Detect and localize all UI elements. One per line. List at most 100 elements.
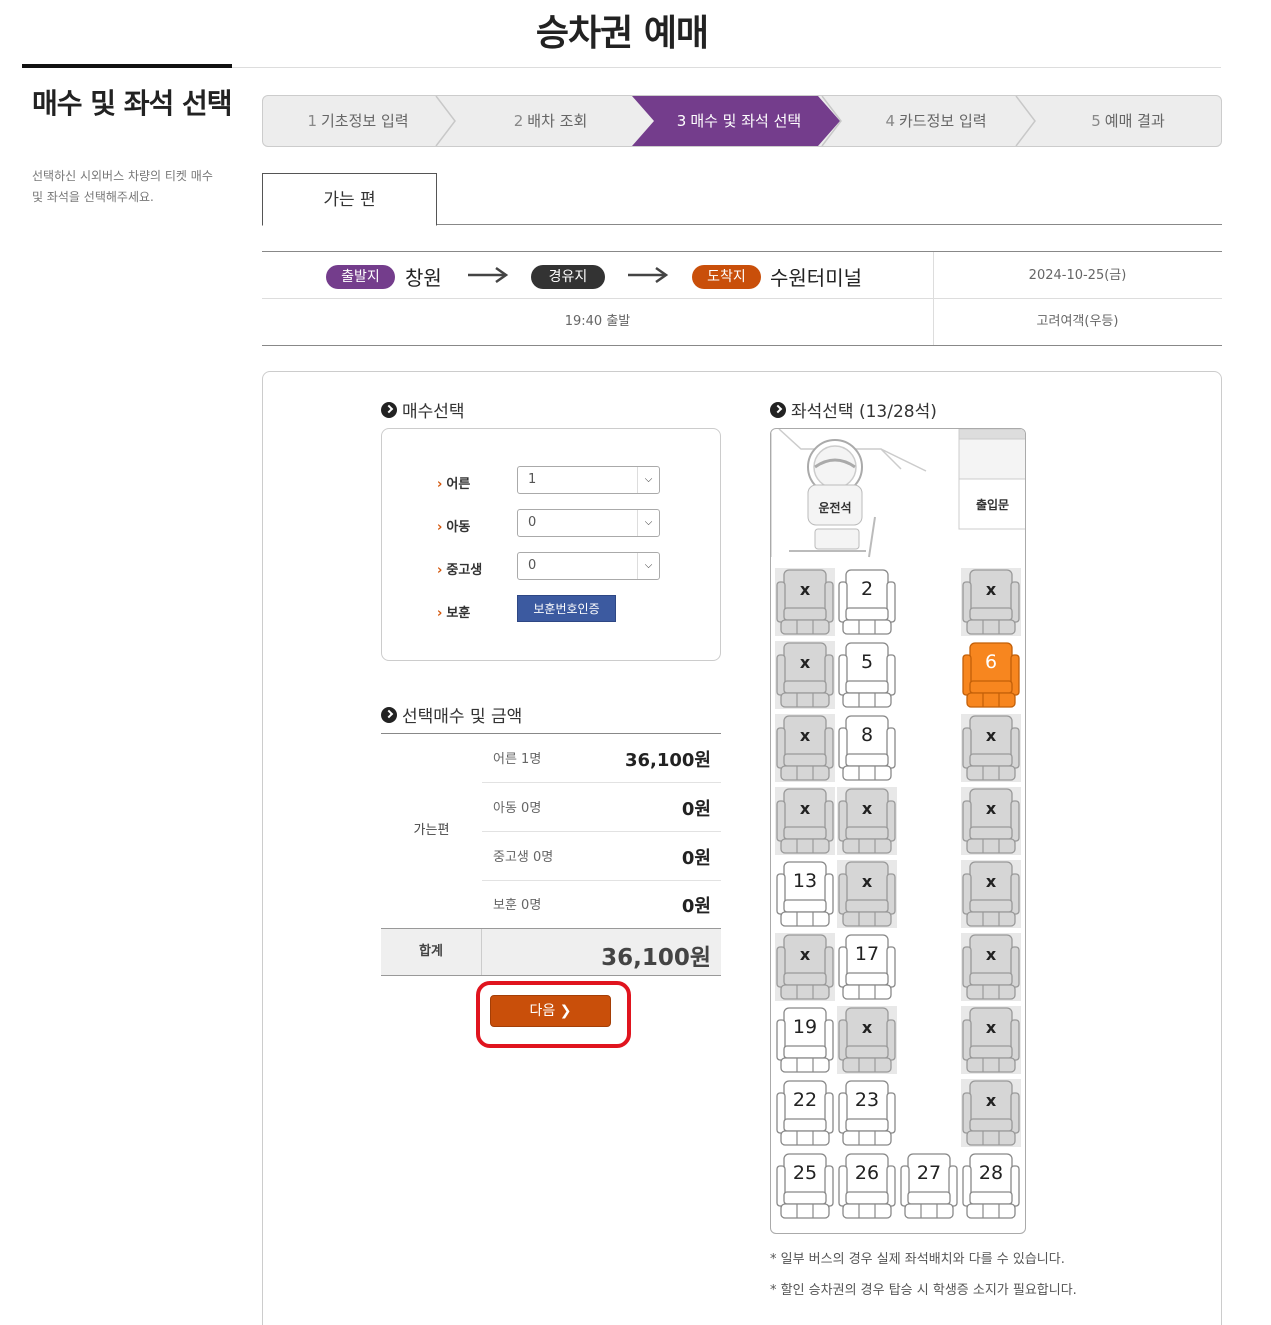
route-info: 출발지 창원 경유지 도착지 수원터미널 2024-10-25(금) 19:40… <box>262 251 1222 346</box>
arrow-right-icon <box>468 266 509 284</box>
seat-12: x <box>961 787 1021 855</box>
child-count-select[interactable]: 0 ⌵ <box>517 509 660 537</box>
step-1: 1 기초정보 입력 <box>307 112 409 130</box>
price-row-adult: 어른 1명 36,100원 <box>482 734 721 783</box>
seat-label: x <box>985 580 997 599</box>
seat-8[interactable]: 8 <box>837 714 897 782</box>
seat-label: 22 <box>792 1089 818 1111</box>
seat-22[interactable]: 22 <box>775 1079 835 1147</box>
note: * 할인 승차권의 경우 탑승 시 학생증 소지가 필요합니다. <box>770 1283 1077 1298</box>
step-5: 5 예매 결과 <box>1091 112 1165 130</box>
adult-count-select[interactable]: 1 ⌵ <box>517 466 660 494</box>
step-3: 3 매수 및 좌석 선택 <box>676 112 802 130</box>
child-label: › 아동 <box>437 520 471 535</box>
step-indicator: 1 기초정보 입력 2 배차 조회 3 매수 및 좌석 선택 4 카드정보 입력 5 예매… <box>262 95 1222 147</box>
driver-seat-label: 운전석 <box>818 501 852 515</box>
seat-label: x <box>861 1018 873 1037</box>
door-label: 출입문 <box>975 498 1010 512</box>
seat-6[interactable]: 6 <box>961 641 1021 709</box>
seat-14: x <box>837 860 897 928</box>
student-label: › 중고생 <box>437 563 483 578</box>
seat-3: x <box>961 568 1021 636</box>
seat-label: x <box>799 799 811 818</box>
seat-label: x <box>985 945 997 964</box>
arrive-place: 수원터미널 <box>770 266 862 290</box>
seat-21: x <box>961 1006 1021 1074</box>
seat-25[interactable]: 25 <box>775 1152 835 1220</box>
price-section-title: 선택매수 및 금액 <box>381 702 522 727</box>
seat-16: x <box>775 933 835 1001</box>
seat-map: 운전석 출입문 x 2 x x 5 6 x 8 x x x x 13 x x x 17 x 19 x x 22 23 x 25 2… <box>770 428 1026 1234</box>
price-total: 합계 36,100원 <box>381 928 721 976</box>
highlight-annotation <box>476 981 631 1048</box>
note: * 일부 버스의 경우 실제 좌석배치와 다를 수 있습니다. <box>770 1252 1065 1267</box>
seat-label: 17 <box>854 943 880 965</box>
price-row-child: 아동 0명 0원 <box>482 783 721 832</box>
seat-17[interactable]: 17 <box>837 933 897 1001</box>
seat-label: x <box>985 799 997 818</box>
section-description: 선택하신 시외버스 차량의 티켓 매수 및 좌석을 선택해주세요. <box>32 169 213 204</box>
bus-grade: 고려여객(우등) <box>1036 314 1119 329</box>
seat-2[interactable]: 2 <box>837 568 897 636</box>
seat-label: 13 <box>792 870 818 892</box>
seat-label: x <box>799 653 811 672</box>
adult-label: › 어른 <box>437 477 471 492</box>
divider <box>933 252 934 345</box>
seat-9: x <box>961 714 1021 782</box>
seat-label: 2 <box>860 578 874 600</box>
veteran-verify-button[interactable]: 보훈번호인증 <box>517 595 616 622</box>
seat-4: x <box>775 641 835 709</box>
arrive-badge: 도착지 <box>692 265 761 289</box>
seat-23[interactable]: 23 <box>837 1079 897 1147</box>
seat-10: x <box>775 787 835 855</box>
seat-5[interactable]: 5 <box>837 641 897 709</box>
seat-label: x <box>985 1018 997 1037</box>
chevron-down-icon: ⌵ <box>637 467 659 493</box>
seat-13[interactable]: 13 <box>775 860 835 928</box>
seat-27[interactable]: 27 <box>899 1152 959 1220</box>
seat-18: x <box>961 933 1021 1001</box>
veteran-label: › 보훈 <box>437 606 471 621</box>
trip-label: 가는편 <box>413 823 450 838</box>
seat-label: 5 <box>860 651 874 673</box>
depart-place: 창원 <box>405 266 442 290</box>
seat-label: 28 <box>978 1162 1004 1184</box>
seat-15: x <box>961 860 1021 928</box>
chevron-down-icon: ⌵ <box>637 510 659 536</box>
section-heading: 매수 및 좌석 선택 <box>32 87 233 120</box>
seat-label: x <box>985 1091 997 1110</box>
seat-section-title: 좌석선택 (13/28석) <box>770 397 937 422</box>
tab-outbound[interactable]: 가는 편 <box>262 173 437 226</box>
step-2: 2 배차 조회 <box>513 112 588 130</box>
chevron-right-icon <box>381 706 397 723</box>
seat-label: x <box>799 580 811 599</box>
seat-label: x <box>799 945 811 964</box>
ticket-count-box: › 어른 1 ⌵ › 아동 0 ⌵ › 중고생 0 ⌵ › 보훈 보훈번호인증 <box>381 428 721 661</box>
seat-label: x <box>985 726 997 745</box>
price-row-student: 중고생 0명 0원 <box>482 832 721 881</box>
count-section-title: 매수선택 <box>381 397 465 422</box>
chevron-down-icon: ⌵ <box>637 553 659 579</box>
seat-label: 25 <box>792 1162 818 1184</box>
page-title: 승차권 예매 <box>535 13 709 54</box>
seat-19[interactable]: 19 <box>775 1006 835 1074</box>
seat-label: 26 <box>854 1162 880 1184</box>
seat-label: 8 <box>860 724 874 746</box>
price-table: 가는편 어른 1명 36,100원 아동 0명 0원 중고생 0명 0원 보훈 0명 0… <box>381 733 721 976</box>
seat-20: x <box>837 1006 897 1074</box>
seat-label: 6 <box>984 651 998 673</box>
divider-accent <box>22 64 232 68</box>
seat-label: x <box>985 872 997 891</box>
seat-label: x <box>799 726 811 745</box>
seat-1: x <box>775 568 835 636</box>
seat-26[interactable]: 26 <box>837 1152 897 1220</box>
seat-label: x <box>861 872 873 891</box>
seat-11: x <box>837 787 897 855</box>
seat-label: x <box>861 799 873 818</box>
via-badge: 경유지 <box>531 265 605 289</box>
seat-28[interactable]: 28 <box>961 1152 1021 1220</box>
seat-label: 27 <box>916 1162 942 1184</box>
travel-date: 2024-10-25(금) <box>1028 268 1127 283</box>
seat-label: 23 <box>854 1089 880 1111</box>
student-count-select[interactable]: 0 ⌵ <box>517 552 660 580</box>
